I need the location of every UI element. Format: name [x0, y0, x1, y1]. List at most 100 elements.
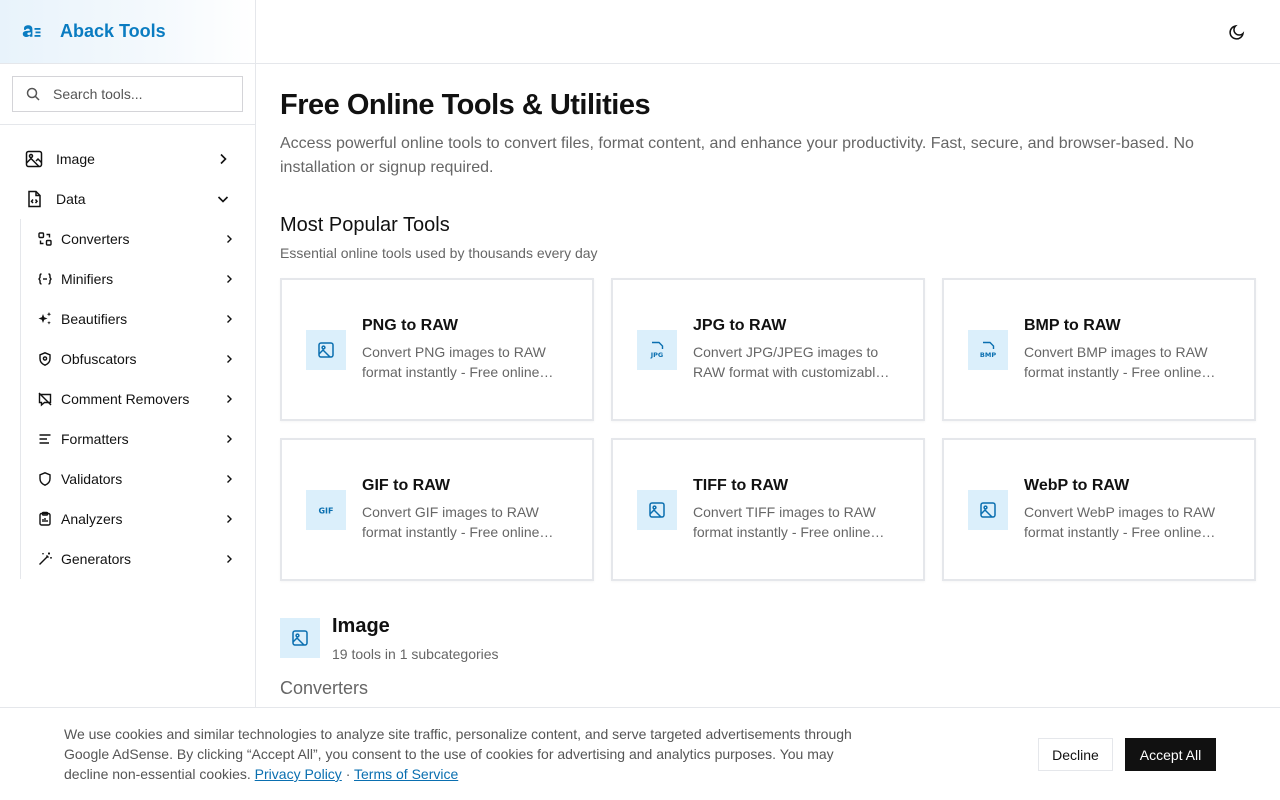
file-data-icon — [28, 190, 41, 208]
tool-description: Convert JPG/JPEG images to RAW format wi… — [693, 344, 884, 380]
category-icon-box — [280, 618, 320, 658]
tool-description: Convert TIFF images to RAW format instan… — [693, 504, 876, 540]
shield-check-icon — [39, 472, 51, 486]
privacy-policy-link[interactable]: Privacy Policy — [255, 766, 342, 782]
sidebar-subitem-validators[interactable]: Validators — [21, 459, 255, 499]
svg-text:BMP: BMP — [980, 351, 996, 359]
tool-description: Convert PNG images to RAW format instant… — [362, 344, 546, 380]
comment-off-icon — [38, 392, 52, 407]
chevron-right-icon — [227, 435, 232, 443]
tool-icon-box: GIF — [306, 489, 346, 530]
category-nav: Image Data Converters Minifiers Beautifi… — [0, 125, 255, 579]
brand-name: Aback Tools — [60, 21, 166, 41]
chevron-right-icon — [227, 515, 232, 523]
main-content: Free Online Tools & Utilities Access pow… — [280, 64, 1256, 699]
accept-all-button[interactable]: Accept All — [1125, 738, 1216, 771]
tool-title: TIFF to RAW — [693, 477, 789, 494]
converters-icon — [38, 232, 52, 246]
tool-card-jpg-to-raw[interactable]: JPG JPG to RAW Convert JPG/JPEG images to… — [611, 278, 925, 421]
chevron-right-icon — [227, 315, 232, 323]
sidebar-subitem-converters[interactable]: Converters — [21, 219, 255, 259]
chevron-down-icon — [217, 196, 229, 203]
tool-icon-box: JPG — [637, 329, 677, 370]
chevron-right-icon — [227, 555, 232, 563]
sidebar-subitem-label: Beautifiers — [61, 311, 128, 327]
decline-button[interactable]: Decline — [1038, 738, 1113, 771]
tool-card-webp-to-raw[interactable]: WebP to RAW Convert WebP images to RAW fo… — [942, 438, 1256, 581]
sidebar-item-image[interactable]: Image — [0, 139, 255, 179]
image-icon — [980, 501, 996, 518]
page-intro: Access powerful online tools to convert … — [280, 135, 1194, 176]
chevron-right-icon — [227, 355, 232, 363]
tool-card-gif-to-raw[interactable]: GIF GIF to RAW Convert GIF images to RAW … — [280, 438, 594, 581]
sidebar-subitem-label: Minifiers — [61, 271, 114, 287]
sidebar-subitem-label: Obfuscators — [61, 351, 137, 367]
sidebar-subitem-label: Comment Removers — [61, 391, 190, 407]
page-title: Free Online Tools & Utilities — [280, 89, 651, 121]
cookie-banner: We use cookies and similar technologies … — [0, 707, 1280, 800]
sidebar-subitem-obfuscators[interactable]: Obfuscators — [21, 339, 255, 379]
cookie-text-block: We use cookies and similar technologies … — [64, 724, 854, 784]
tool-card-tiff-to-raw[interactable]: TIFF to RAW Convert TIFF images to RAW fo… — [611, 438, 925, 581]
sidebar-subitem-formatters[interactable]: Formatters — [21, 419, 255, 459]
chevron-right-icon — [227, 475, 232, 483]
tool-title: PNG to RAW — [362, 317, 458, 334]
subcategory-title: Converters — [280, 678, 369, 698]
sidebar-subitem-minifiers[interactable]: Minifiers — [21, 259, 255, 299]
svg-text:GIF: GIF — [318, 506, 333, 515]
tool-icon-box: BMP — [968, 329, 1008, 370]
top-header — [256, 0, 1280, 64]
data-subcategories: Converters Minifiers Beautifiers Obfusca… — [20, 219, 255, 579]
tool-card-png-to-raw[interactable]: PNG to RAW Convert PNG images to RAW form… — [280, 278, 594, 421]
tool-card-bmp-to-raw[interactable]: BMP BMP to RAW Convert BMP images to RAW … — [942, 278, 1256, 421]
sidebar-subitem-label: Validators — [61, 471, 123, 487]
brand[interactable]: Aback Tools — [0, 0, 255, 64]
popular-tools-subtitle: Essential online tools used by thousands… — [280, 245, 598, 261]
image-icon — [292, 630, 308, 646]
clipboard-icon — [39, 511, 51, 526]
category-count: 19 tools in 1 subcategories — [332, 646, 499, 662]
sidebar-subitem-label: Formatters — [61, 431, 129, 447]
jpg-file-icon: JPG — [650, 341, 664, 359]
chevron-right-icon — [227, 395, 232, 403]
sidebar-subitem-comment-removers[interactable]: Comment Removers — [21, 379, 255, 419]
sidebar-subitem-label: Generators — [61, 551, 132, 567]
chevron-right-icon — [227, 235, 232, 243]
svg-text:JPG: JPG — [650, 351, 664, 359]
tool-icon-box — [637, 489, 677, 530]
category-section-image: Image 19 tools in 1 subcategories — [280, 615, 1256, 662]
tool-title: JPG to RAW — [693, 317, 787, 334]
wand-icon — [39, 552, 52, 565]
chevron-right-icon — [227, 275, 232, 283]
tool-description: Convert BMP images to RAW format instant… — [1024, 344, 1208, 380]
search-box[interactable] — [12, 76, 243, 112]
image-icon — [25, 150, 43, 168]
sidebar-item-data[interactable]: Data — [0, 179, 255, 219]
sidebar-item-label: Data — [56, 191, 86, 207]
tool-title: WebP to RAW — [1024, 477, 1130, 494]
sidebar-subitem-label: Converters — [61, 231, 130, 247]
sparkles-icon — [38, 312, 52, 325]
popular-tools-grid: PNG to RAW Convert PNG images to RAW form… — [280, 278, 1256, 581]
sidebar-subitem-label: Analyzers — [61, 511, 123, 527]
search-input[interactable] — [53, 86, 223, 102]
sidebar: Aback Tools Image Data — [0, 0, 256, 800]
sidebar-subitem-beautifiers[interactable]: Beautifiers — [21, 299, 255, 339]
tool-description: Convert GIF images to RAW format instant… — [362, 504, 540, 540]
tool-icon-box — [306, 329, 346, 370]
tool-icon-box — [968, 489, 1008, 530]
tool-title: GIF to RAW — [362, 477, 450, 494]
sidebar-subitem-analyzers[interactable]: Analyzers — [21, 499, 255, 539]
link-separator: · — [345, 766, 351, 782]
category-title: Image — [332, 615, 390, 637]
aback-logo-icon — [22, 24, 41, 37]
search-icon — [26, 87, 40, 101]
gif-icon: GIF — [318, 506, 333, 515]
moon-icon[interactable] — [1228, 23, 1246, 41]
image-icon — [318, 341, 334, 358]
sidebar-item-label: Image — [56, 151, 95, 167]
terms-of-service-link[interactable]: Terms of Service — [354, 766, 458, 782]
image-icon — [649, 501, 665, 518]
bmp-file-icon: BMP — [980, 341, 996, 359]
sidebar-subitem-generators[interactable]: Generators — [21, 539, 255, 579]
